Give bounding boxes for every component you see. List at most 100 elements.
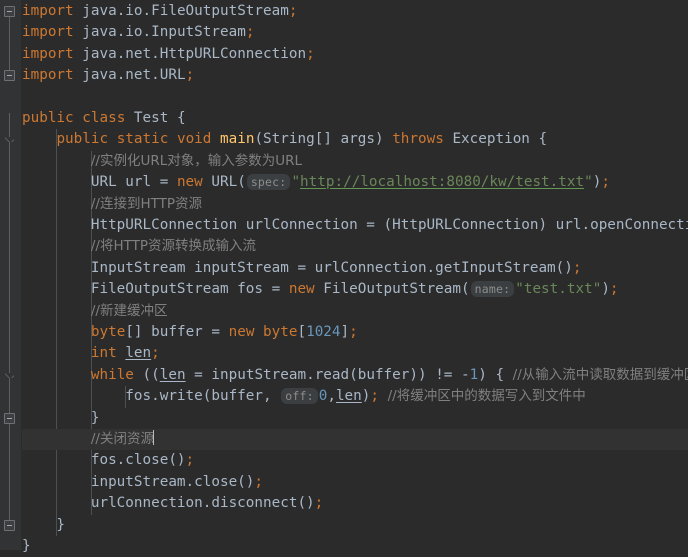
code-token: java.net.HttpURLConnection [73, 45, 307, 62]
code-keyword: static [116, 131, 169, 148]
code-token: HttpURLConnection urlConnection = (HttpU… [22, 217, 688, 233]
code-token: (String[] args) [254, 131, 393, 148]
fold-spine-method [9, 134, 10, 526]
code-token: } [22, 409, 100, 426]
code-token: ; [245, 24, 255, 41]
code-line[interactable]: } [22, 515, 688, 536]
code-number: 1024 [306, 324, 341, 340]
code-token: ; [572, 259, 582, 276]
code-token: ; [185, 67, 195, 84]
code-token: inputStream.close() [22, 473, 255, 490]
code-line[interactable]: import java.net.HttpURLConnection; [22, 44, 688, 65]
inlay-parameter-hint: off: [281, 388, 318, 405]
text-caret [152, 430, 154, 445]
code-keyword: import [22, 24, 74, 41]
code-line[interactable]: } [22, 536, 688, 557]
code-line[interactable]: public class Test { [22, 108, 688, 129]
code-line[interactable]: //实例化URL对象，输入参数为URL [22, 151, 688, 172]
code-comment: //连接到HTTP资源 [90, 195, 203, 212]
code-token: fos.write(buffer, [22, 388, 281, 405]
code-keyword: public [56, 131, 109, 148]
code-token: len [125, 345, 152, 362]
fold-imports-top-icon[interactable] [4, 6, 15, 17]
fold-while-end-icon[interactable] [4, 412, 15, 424]
code-line[interactable]: import java.io.FileOutputStream; [22, 1, 688, 22]
code-keyword: throws [392, 131, 444, 148]
code-comment: //新建缓冲区 [90, 302, 168, 319]
code-line[interactable]: urlConnection.disconnect(); [22, 493, 688, 514]
code-line[interactable]: import java.net.URL; [22, 65, 688, 86]
code-line[interactable]: FileOutputStream fos = new FileOutputStr… [22, 279, 688, 300]
code-token: fos.close() [22, 452, 186, 469]
code-token: java.net.URL [73, 67, 186, 84]
code-line[interactable]: public static void main(String[] args) t… [22, 129, 688, 150]
code-token: [] buffer = [125, 324, 229, 340]
code-line[interactable]: HttpURLConnection urlConnection = (HttpU… [22, 215, 688, 236]
code-token: ; [609, 281, 619, 298]
url-string-link[interactable]: http://localhost:8080/kw/test.txt [300, 174, 584, 190]
code-keyword: while [90, 366, 134, 383]
code-line[interactable]: while ((len = inputStream.read(buffer)) … [22, 365, 688, 386]
code-token: java.io.InputStream [73, 24, 246, 41]
code-keyword: byte [263, 324, 298, 340]
fold-class-end-icon[interactable] [4, 519, 15, 531]
code-string: " [291, 174, 301, 191]
inlay-parameter-hint: spec: [246, 174, 291, 191]
code-token: len [335, 388, 362, 405]
code-line[interactable]: InputStream inputStream = urlConnection.… [22, 258, 688, 279]
code-line[interactable]: //将HTTP资源转换成输入流 [22, 236, 688, 257]
code-number: 1 [469, 366, 479, 383]
code-line[interactable]: fos.write(buffer, off: 0,len); //将缓冲区中的数据… [22, 386, 688, 407]
code-token: ) [601, 281, 610, 298]
code-token: ; [151, 345, 160, 362]
code-token: len [159, 366, 186, 383]
code-line[interactable]: int len; [22, 343, 688, 364]
code-content[interactable]: import java.io.FileOutputStream; import j… [22, 0, 688, 554]
code-line[interactable]: //连接到HTTP资源 [22, 194, 688, 215]
code-token: ; [601, 174, 610, 191]
code-keyword: new [228, 324, 255, 340]
code-token: Test { [125, 110, 186, 126]
code-token: ] [340, 324, 350, 340]
code-line[interactable]: byte[] buffer = new byte[1024]; [22, 322, 688, 343]
code-comment: //关闭资源 [90, 431, 154, 447]
code-token: , [327, 388, 336, 405]
code-token: java.io.FileOutputStream [73, 3, 289, 19]
code-token: = inputStream.read(buffer)) != - [185, 366, 470, 383]
code-token: URL url = [22, 174, 177, 191]
code-line[interactable]: fos.close(); [22, 450, 688, 471]
code-line[interactable]: } [22, 408, 688, 429]
code-token: ) { [478, 366, 513, 383]
code-token: FileOutputStream fos = [22, 281, 289, 298]
fold-method-main-icon[interactable] [5, 137, 14, 142]
code-line[interactable]: inputStream.close(); [22, 472, 688, 493]
code-line[interactable]: URL url = new URL(spec: "http://localhost… [22, 172, 688, 193]
fold-imports-end-icon[interactable] [4, 70, 15, 82]
code-token: InputStream inputStream = urlConnection.… [22, 259, 573, 276]
code-string: "test.txt" [515, 281, 602, 298]
code-line[interactable]: //新建缓冲区 [22, 301, 688, 322]
code-line[interactable]: //关闭资源 [22, 429, 688, 451]
code-keyword: new [176, 174, 203, 191]
code-line[interactable] [22, 87, 688, 108]
code-line[interactable]: import java.io.InputStream; [22, 22, 688, 43]
code-keyword: class [82, 110, 126, 126]
code-token: } [22, 516, 66, 533]
code-token: ; [349, 324, 358, 340]
editor-gutter[interactable] [0, 0, 22, 550]
fold-while-start-icon[interactable] [5, 373, 14, 378]
code-editor[interactable]: import java.io.FileOutputStream; import j… [0, 0, 688, 554]
code-comment: //实例化URL对象，输入参数为URL [90, 152, 303, 169]
code-token: ; [314, 495, 324, 512]
